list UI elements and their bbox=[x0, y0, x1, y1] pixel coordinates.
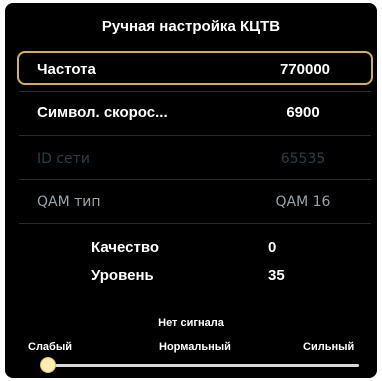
manual-tuning-dialog: Ручная настройка КЦТВ Частота 770000 Сим… bbox=[5, 3, 377, 378]
qam-type-label: QAM тип bbox=[37, 194, 101, 210]
qam-type-value: QAM 16 bbox=[275, 194, 331, 210]
frequency-label: Частота bbox=[37, 61, 96, 78]
divider bbox=[19, 179, 371, 180]
qam-type-row[interactable]: QAM тип QAM 16 bbox=[17, 185, 373, 219]
divider bbox=[19, 223, 371, 224]
quality-value: 0 bbox=[268, 239, 277, 256]
symbol-rate-value: 6900 bbox=[286, 104, 320, 121]
signal-status: Нет сигнала bbox=[158, 317, 224, 329]
frequency-value: 770000 bbox=[279, 61, 331, 78]
network-id-value: 65535 bbox=[280, 151, 326, 167]
signal-strength-indicator bbox=[41, 358, 55, 372]
signal-strength-bar bbox=[41, 364, 359, 367]
level-value: 35 bbox=[268, 267, 285, 284]
network-id-label: ID сети bbox=[37, 151, 90, 167]
level-label: Уровень bbox=[91, 267, 154, 284]
signal-strong-label: Сильный bbox=[303, 341, 355, 353]
symbol-rate-label: Символ. скорос... bbox=[37, 104, 168, 121]
network-id-row: ID сети 65535 bbox=[17, 142, 373, 176]
frequency-row[interactable]: Частота 770000 bbox=[17, 51, 373, 85]
divider bbox=[19, 91, 371, 92]
symbol-rate-row[interactable]: Символ. скорос... 6900 bbox=[17, 95, 373, 129]
signal-normal-label: Нормальный bbox=[159, 341, 231, 353]
quality-label: Качество bbox=[91, 239, 160, 256]
dialog-title: Ручная настройка КЦТВ bbox=[101, 18, 281, 35]
signal-weak-label: Слабый bbox=[28, 341, 72, 353]
divider bbox=[19, 135, 371, 136]
